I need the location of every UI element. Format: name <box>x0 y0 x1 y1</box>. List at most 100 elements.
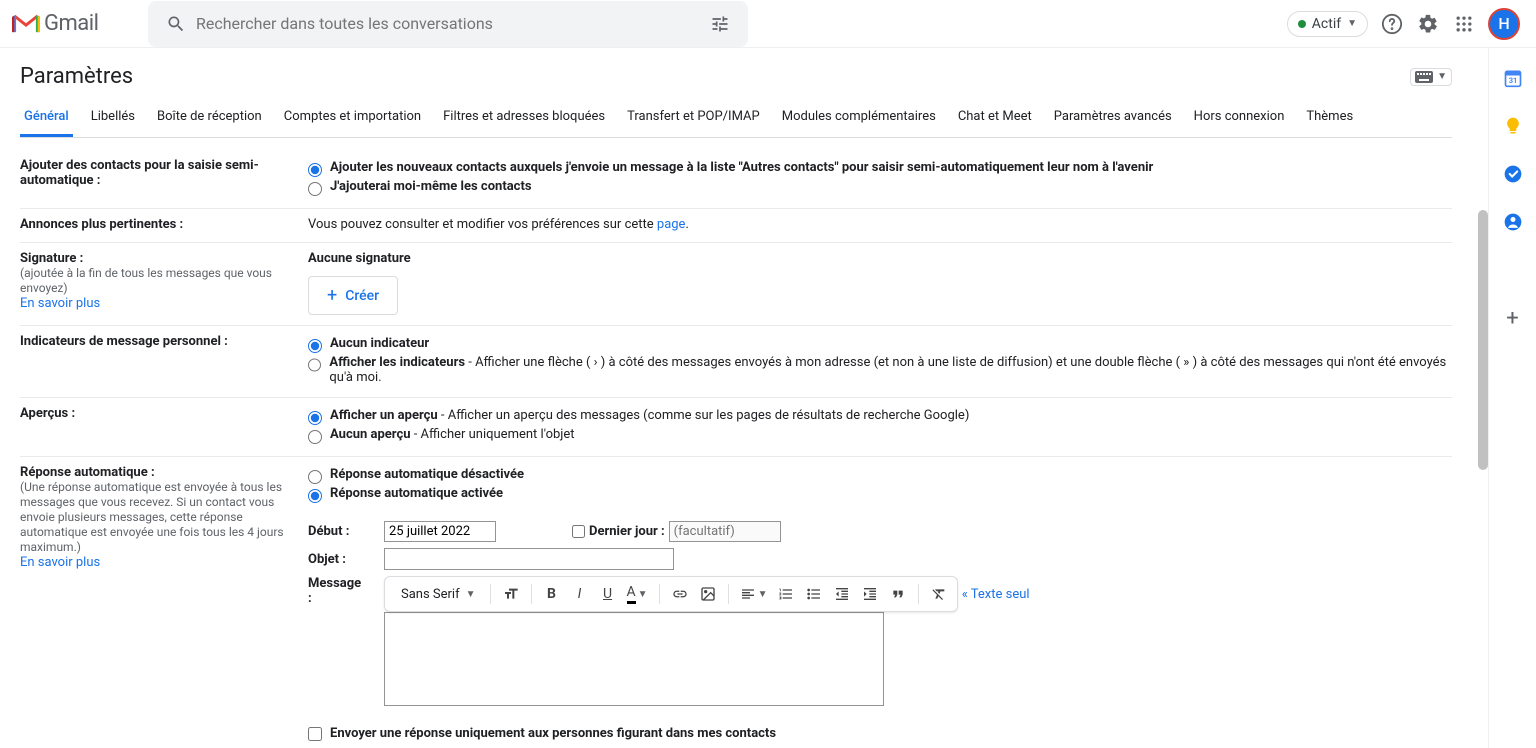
keep-icon[interactable] <box>1503 116 1523 136</box>
tab-bo-te-de-r-ception[interactable]: Boîte de réception <box>153 101 266 137</box>
last-day-label: Dernier jour : <box>589 524 665 539</box>
align-button[interactable]: ▼ <box>737 581 771 607</box>
search-options-icon[interactable] <box>700 4 740 44</box>
tab-chat-et-meet[interactable]: Chat et Meet <box>954 101 1036 137</box>
row-autoreply: Réponse automatique : (Une réponse autom… <box>20 457 1452 748</box>
gear-icon[interactable] <box>1416 12 1440 36</box>
svg-text:31: 31 <box>1508 76 1517 85</box>
keyboard-icon <box>1415 71 1433 83</box>
settings-tabs: Général Libellés Boîte de réception Comptes… <box>20 101 1452 138</box>
radio-label[interactable]: Réponse automatique désactivée <box>330 467 524 482</box>
image-button[interactable] <box>696 581 720 607</box>
tab-modules-compl-mentaires[interactable]: Modules complémentaires <box>778 101 940 137</box>
underline-button[interactable]: U <box>596 581 620 607</box>
editor-toolbar: Sans Serif ▼ B I U A▼ <box>384 576 958 612</box>
radio-no-preview[interactable] <box>308 430 322 444</box>
tab-comptes-et-importation[interactable]: Comptes et importation <box>280 101 425 137</box>
start-date-label: Début : <box>308 524 368 539</box>
status-chip[interactable]: Actif ▼ <box>1287 11 1368 37</box>
clear-formatting-button[interactable] <box>927 581 951 607</box>
row-signature: Signature : (ajoutée à la fin de tous le… <box>20 243 1452 326</box>
last-day-checkbox[interactable] <box>572 525 585 538</box>
tab-hors-connexion[interactable]: Hors connexion <box>1190 101 1289 137</box>
radio-label[interactable]: Afficher les indicateurs - Afficher une … <box>329 355 1452 385</box>
scrollbar[interactable] <box>1478 210 1488 470</box>
tasks-icon[interactable] <box>1503 164 1523 184</box>
radio-label[interactable]: Aucun indicateur <box>330 336 429 351</box>
contacts-icon[interactable] <box>1503 212 1523 232</box>
link-button[interactable] <box>668 581 692 607</box>
contacts-only-label[interactable]: Envoyer une réponse uniquement aux perso… <box>330 726 776 741</box>
plus-icon: + <box>327 285 337 306</box>
radio-no-indicator[interactable] <box>308 339 322 353</box>
learn-more-link[interactable]: En savoir plus <box>20 555 100 570</box>
contacts-only-checkbox[interactable] <box>308 727 322 741</box>
status-label: Actif <box>1312 16 1341 32</box>
row-note: (ajoutée à la fin de tous les messages q… <box>20 266 272 295</box>
subject-input[interactable] <box>384 548 674 570</box>
radio-autoreply-off[interactable] <box>308 470 322 484</box>
no-signature-text: Aucune signature <box>308 251 411 266</box>
gmail-brand-text: Gmail <box>44 11 98 36</box>
radio-contacts-auto[interactable] <box>308 163 322 177</box>
last-day-input[interactable] <box>669 521 781 542</box>
indent-less-button[interactable] <box>830 581 854 607</box>
bulleted-list-button[interactable] <box>802 581 826 607</box>
ads-text-suffix: . <box>685 217 688 232</box>
radio-show-preview[interactable] <box>308 411 322 425</box>
tab-filtres-et-adresses-bloqu-es[interactable]: Filtres et adresses bloquées <box>439 101 609 137</box>
numbered-list-button[interactable] <box>774 581 798 607</box>
tab-transfert-et-pop-imap[interactable]: Transfert et POP/IMAP <box>623 101 764 137</box>
search-icon[interactable] <box>156 4 196 44</box>
row-label: Aperçus : <box>20 406 75 421</box>
plain-text-link[interactable]: « Texte seul <box>962 587 1030 602</box>
italic-button[interactable]: I <box>568 581 592 607</box>
start-date-input[interactable] <box>384 521 496 542</box>
search-input[interactable] <box>196 14 700 33</box>
calendar-icon[interactable]: 31 <box>1503 68 1523 88</box>
input-tool-selector[interactable]: ▼ <box>1410 68 1452 86</box>
account-avatar[interactable]: H <box>1488 8 1520 40</box>
radio-show-indicators[interactable] <box>308 358 321 372</box>
row-label: Annonces plus pertinentes : <box>20 217 183 232</box>
radio-label[interactable]: J'ajouterai moi-même les contacts <box>330 179 532 194</box>
indent-more-button[interactable] <box>858 581 882 607</box>
radio-autoreply-on[interactable] <box>308 489 322 503</box>
row-label: Ajouter des contacts pour la saisie semi… <box>20 158 259 188</box>
tab-param-tres-avanc-s[interactable]: Paramètres avancés <box>1050 101 1176 137</box>
radio-contacts-manual[interactable] <box>308 182 322 196</box>
tab-libell-s[interactable]: Libellés <box>87 101 139 137</box>
apps-grid-icon[interactable] <box>1452 12 1476 36</box>
add-addon-icon[interactable]: + <box>1503 308 1523 328</box>
ads-page-link[interactable]: page <box>657 217 686 232</box>
search-bar[interactable] <box>148 1 748 47</box>
help-icon[interactable] <box>1380 12 1404 36</box>
create-signature-button[interactable]: + Créer <box>308 276 398 315</box>
tab-th-mes[interactable]: Thèmes <box>1302 101 1357 137</box>
font-size-button[interactable] <box>499 581 523 607</box>
row-note: (Une réponse automatique est envoyée à t… <box>20 480 284 554</box>
row-autocomplete-contacts: Ajouter des contacts pour la saisie semi… <box>20 150 1452 209</box>
page-title: Paramètres <box>20 64 133 89</box>
ads-text-prefix: Vous pouvez consulter et modifier vos pr… <box>308 217 657 232</box>
gmail-m-icon <box>12 13 40 35</box>
message-editor[interactable] <box>384 612 884 706</box>
row-label: Réponse automatique : <box>20 465 155 480</box>
radio-label[interactable]: Ajouter les nouveaux contacts auxquels j… <box>330 160 1153 175</box>
text-color-button[interactable]: A▼ <box>624 581 651 607</box>
create-btn-label: Créer <box>345 288 379 304</box>
tab-g-n-ral[interactable]: Général <box>20 101 73 137</box>
gmail-logo[interactable]: Gmail <box>8 11 148 36</box>
side-panel: 31 + <box>1488 48 1536 748</box>
learn-more-link[interactable]: En savoir plus <box>20 296 100 311</box>
radio-label[interactable]: Afficher un aperçu - Afficher un aperçu … <box>330 408 969 423</box>
radio-label[interactable]: Aucun aperçu - Afficher uniquement l'obj… <box>330 427 575 442</box>
radio-label[interactable]: Réponse automatique activée <box>330 486 503 501</box>
font-family-selector[interactable]: Sans Serif ▼ <box>391 587 482 602</box>
caret-down-icon: ▼ <box>1437 71 1447 82</box>
row-label: Indicateurs de message personnel : <box>20 334 228 349</box>
bold-button[interactable]: B <box>540 581 564 607</box>
row-previews: Aperçus : Afficher un aperçu - Afficher … <box>20 398 1452 457</box>
quote-button[interactable] <box>886 581 910 607</box>
row-label: Signature : <box>20 251 83 266</box>
